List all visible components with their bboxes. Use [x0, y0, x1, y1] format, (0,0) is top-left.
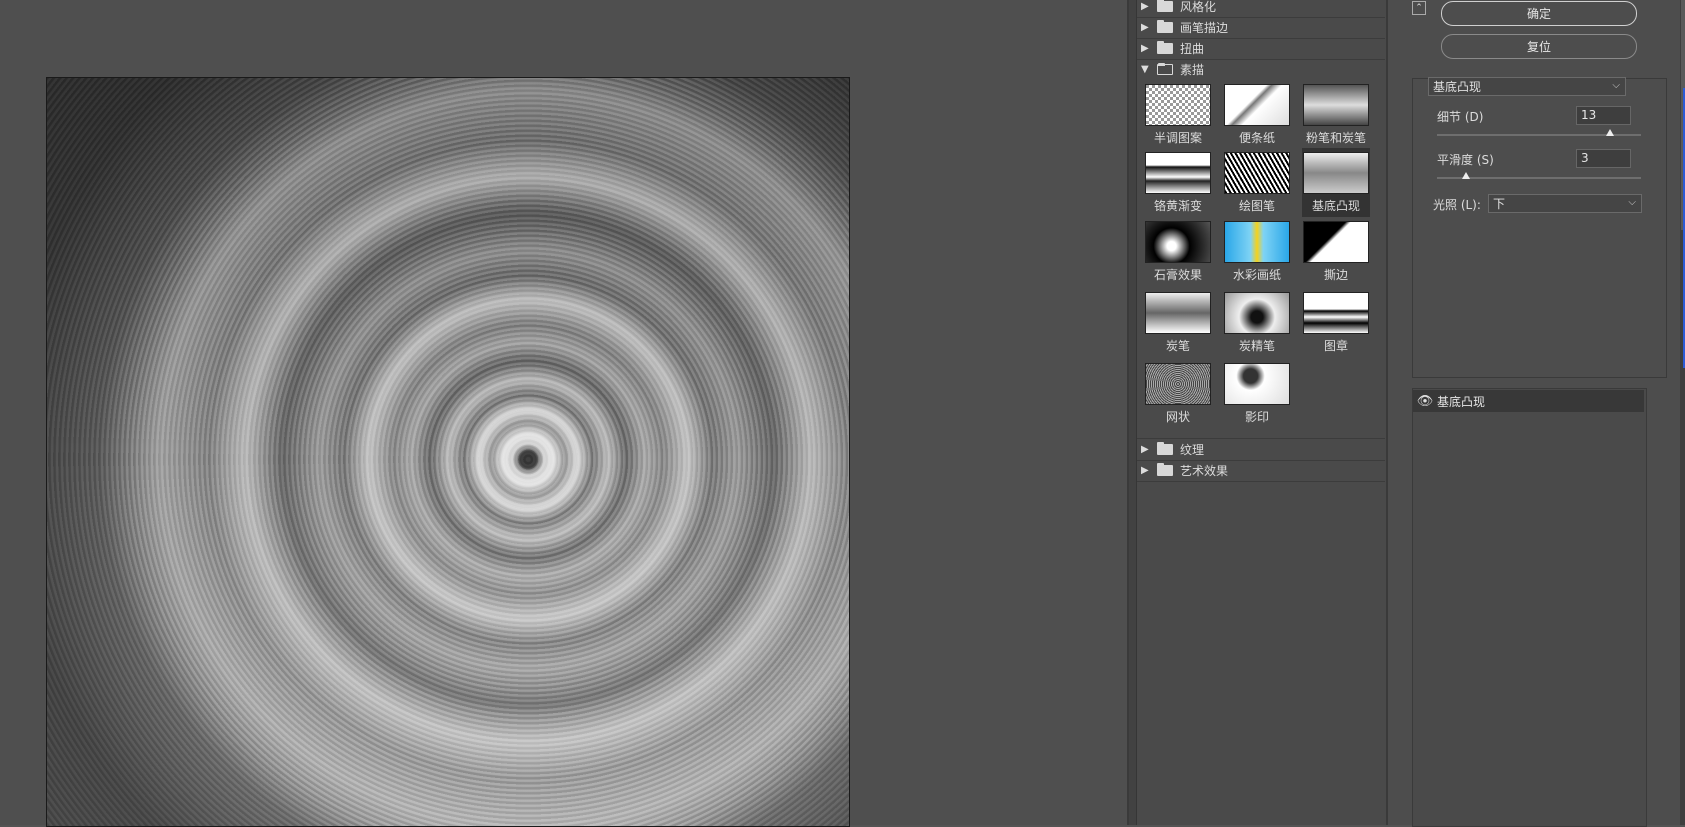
- filter-thumb-photocopy[interactable]: 影印: [1223, 361, 1291, 426]
- preview-area: [0, 0, 1127, 827]
- filter-thumb-stamp[interactable]: 图章: [1302, 290, 1370, 355]
- ok-button[interactable]: 确定: [1441, 1, 1637, 26]
- category-artistic[interactable]: ▶ 艺术效果: [1137, 460, 1385, 482]
- folder-icon: [1157, 20, 1173, 33]
- thumbnail-image: [1145, 152, 1211, 194]
- preview-image[interactable]: [46, 77, 850, 827]
- thumbnail-image: [1303, 84, 1369, 126]
- folder-icon: [1157, 41, 1173, 54]
- detail-slider[interactable]: [1437, 129, 1641, 136]
- thumbnail-image: [1303, 292, 1369, 334]
- filter-select[interactable]: 基底凸现 ⌵: [1428, 77, 1626, 96]
- filter-thumb-torn-edges[interactable]: 撕边: [1302, 219, 1370, 284]
- category-sketch[interactable]: ▼ 素描: [1137, 59, 1385, 80]
- filter-thumb-graphic-pen[interactable]: 绘图笔: [1223, 150, 1291, 215]
- filter-thumb-conte-crayon[interactable]: 炭精笔: [1223, 290, 1291, 355]
- filter-gallery-panel: ▶ 风格化 ▶ 画笔描边 ▶ 扭曲 ▼ 素描 半调图案 便条纸 粉笔和炭笔 铬黄…: [1127, 0, 1386, 825]
- filter-parameters: 基底凸现 ⌵ 细节 (D) 13 平滑度 (S) 3 光照 (L): 下 ⌵: [1412, 77, 1667, 378]
- light-label: 光照 (L):: [1433, 198, 1481, 212]
- chevron-down-icon: ⌵: [1628, 197, 1636, 208]
- folder-icon: [1157, 442, 1173, 455]
- expand-arrow-icon: ▶: [1141, 444, 1149, 455]
- settings-panel: ⌃ 确定 复位 基底凸现 ⌵ 细节 (D) 13 平滑度 (S) 3 光照 (L…: [1386, 0, 1685, 827]
- smoothness-label: 平滑度 (S): [1437, 153, 1494, 167]
- thumbnail-image: [1224, 292, 1290, 334]
- expand-arrow-icon: ▶: [1141, 1, 1149, 12]
- folder-icon: [1157, 463, 1173, 476]
- open-folder-icon: [1157, 63, 1173, 75]
- thumbnail-image: [1303, 221, 1369, 263]
- filter-thumb-charcoal[interactable]: 炭笔: [1144, 290, 1212, 355]
- gallery-scrollbar[interactable]: [1129, 0, 1137, 825]
- smoothness-input[interactable]: 3: [1576, 149, 1631, 168]
- filter-thumb-bas-relief[interactable]: 基底凸现: [1302, 148, 1370, 217]
- collapse-gallery-icon[interactable]: ⌃: [1412, 1, 1426, 15]
- visibility-eye-icon[interactable]: 👁: [1413, 394, 1437, 409]
- folder-icon: [1157, 0, 1173, 12]
- category-distort[interactable]: ▶ 扭曲: [1137, 38, 1385, 60]
- thumbnail-image: [1224, 84, 1290, 126]
- filter-thumb-reticulation[interactable]: 网状: [1144, 361, 1212, 426]
- detail-label: 细节 (D): [1437, 110, 1484, 124]
- category-texture[interactable]: ▶ 纹理: [1137, 438, 1385, 461]
- chevron-down-icon: ⌵: [1612, 80, 1620, 91]
- reset-button[interactable]: 复位: [1441, 34, 1637, 59]
- light-select[interactable]: 下 ⌵: [1488, 194, 1642, 213]
- thumbnail-image: [1224, 363, 1290, 405]
- filter-thumb-chalk-charcoal[interactable]: 粉笔和炭笔: [1302, 82, 1370, 147]
- thumbnail-image: [1145, 221, 1211, 263]
- effect-layer-row[interactable]: 👁 基底凸现: [1413, 390, 1644, 412]
- thumbnail-image: [1145, 363, 1211, 405]
- detail-slider-handle[interactable]: [1606, 129, 1615, 136]
- detail-input[interactable]: 13: [1576, 106, 1631, 125]
- collapse-arrow-icon: ▼: [1141, 64, 1149, 75]
- thumbnail-image: [1145, 292, 1211, 334]
- thumbnail-image: [1224, 152, 1290, 194]
- expand-arrow-icon: ▶: [1141, 22, 1149, 33]
- filter-thumb-plaster[interactable]: 石膏效果: [1144, 219, 1212, 284]
- filter-thumb-chrome[interactable]: 铬黄渐变: [1144, 150, 1212, 215]
- smoothness-slider[interactable]: [1437, 172, 1641, 179]
- filter-thumb-halftone[interactable]: 半调图案: [1144, 82, 1212, 147]
- effect-layers-list: 👁 基底凸现: [1412, 388, 1647, 827]
- expand-arrow-icon: ▶: [1141, 465, 1149, 476]
- filter-thumb-water-paper[interactable]: 水彩画纸: [1223, 219, 1291, 284]
- expand-arrow-icon: ▶: [1141, 43, 1149, 54]
- thumbnail-image: [1145, 84, 1211, 126]
- category-brush-strokes[interactable]: ▶ 画笔描边: [1137, 17, 1385, 39]
- thumbnail-image: [1303, 152, 1369, 194]
- smoothness-slider-handle[interactable]: [1461, 172, 1470, 179]
- filter-thumb-note-paper[interactable]: 便条纸: [1223, 82, 1291, 147]
- category-stylize[interactable]: ▶ 风格化: [1137, 0, 1385, 18]
- thumbnail-image: [1224, 221, 1290, 263]
